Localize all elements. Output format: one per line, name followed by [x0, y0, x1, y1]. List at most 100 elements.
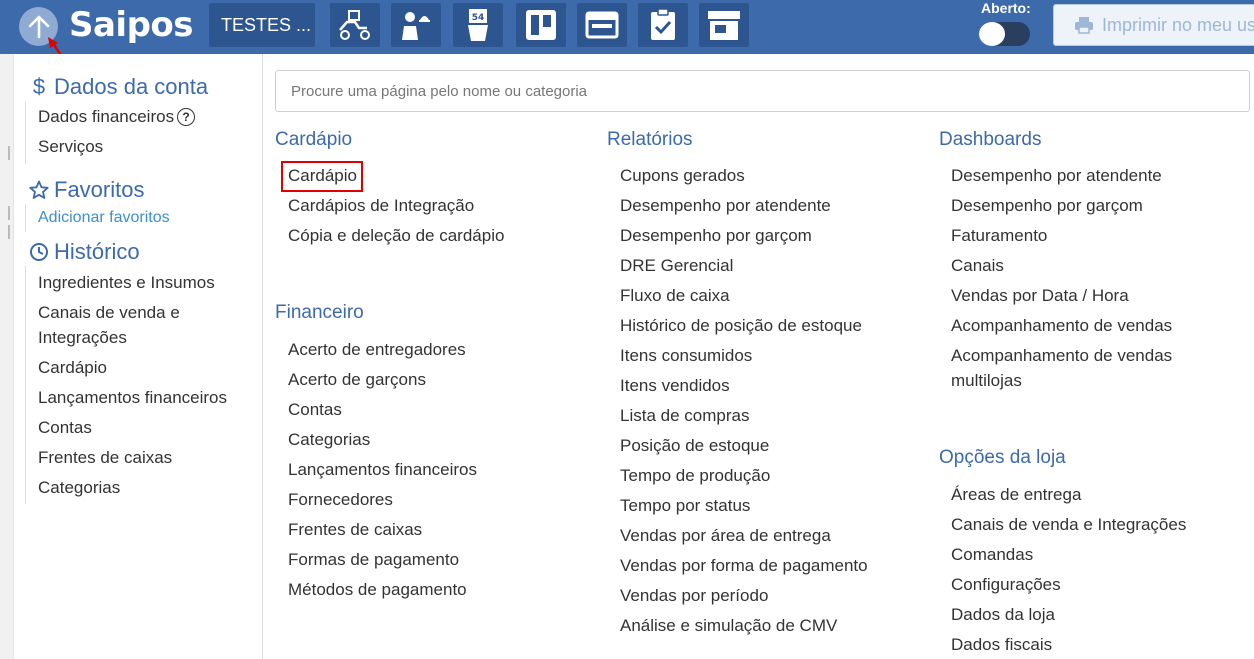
menu-link[interactable]: Formas de pagamento [288, 550, 459, 570]
kanban-button[interactable] [516, 3, 566, 47]
annotation-highlight-box [281, 161, 363, 192]
menu-link[interactable]: Análise e simulação de CMV [620, 616, 837, 636]
toggle-knob [979, 22, 1005, 46]
sidebar-history-item[interactable]: Cardápio [38, 358, 107, 378]
svg-text:54: 54 [472, 13, 485, 23]
sidebar-item-dados-financeiros[interactable]: Dados financeiros? [38, 107, 196, 127]
sidebar-history-item[interactable]: Contas [38, 418, 92, 438]
sidebar-history-item[interactable]: Categorias [38, 478, 120, 498]
menu-link[interactable]: Acerto de entregadores [288, 340, 466, 360]
menu-link[interactable]: Itens consumidos [620, 346, 752, 366]
menu-link[interactable]: Áreas de entrega [951, 485, 1081, 505]
account-title-text: Dados da conta [54, 74, 209, 99]
printer-icon [1075, 17, 1093, 34]
menu-link[interactable]: Cardápios de Integração [288, 196, 474, 216]
saipos-logo: Saipos [69, 5, 194, 45]
section-divider [25, 204, 26, 232]
menu-link[interactable]: Tempo por status [620, 496, 750, 516]
menu-link[interactable]: Vendas por forma de pagamento [620, 556, 868, 576]
top-bar: Saipos TESTES ... 54 Aberto: Imprimir no… [0, 0, 1254, 54]
store-selector-button[interactable]: TESTES ... [209, 3, 315, 47]
sidebar-history-item[interactable]: Lançamentos financeiros [38, 388, 227, 408]
waiter-icon [402, 12, 430, 40]
menu-link[interactable]: Vendas por área de entrega [620, 526, 831, 546]
background-panel [0, 54, 14, 659]
delivery-icon [339, 10, 370, 40]
menu-link[interactable]: Lista de compras [620, 406, 749, 426]
add-favorites-link[interactable]: Adicionar favoritos [38, 208, 170, 228]
menu-link[interactable]: Cupons gerados [620, 166, 745, 186]
favorites-section-title: Favoritos [28, 177, 144, 203]
menu-link[interactable]: Categorias [288, 430, 370, 450]
store-button[interactable] [699, 3, 749, 47]
sidebar-item-label: Dados financeiros [38, 107, 175, 126]
kanban-board-icon [526, 10, 556, 40]
menu-link[interactable]: Lançamentos financeiros [288, 460, 477, 480]
background-mark [8, 206, 10, 220]
menu-link[interactable]: DRE Gerencial [620, 256, 733, 276]
clipboard-check-icon [651, 8, 675, 40]
print-button-label: Imprimir no meu usuário [1102, 14, 1254, 35]
menu-link[interactable]: Canais [951, 256, 1004, 276]
sidebar-history-item[interactable]: Integrações [38, 328, 127, 348]
table-number-button[interactable]: 54 [453, 3, 503, 47]
menu-link[interactable]: Acerto de garçons [288, 370, 426, 390]
menu-link[interactable]: Configurações [951, 575, 1061, 595]
category-title-opcoes-loja: Opções da loja [939, 447, 1066, 468]
table-number-icon: 54 [468, 9, 488, 41]
store-icon [708, 11, 740, 40]
category-title-financeiro: Financeiro [275, 302, 364, 323]
dollar-icon: $ [32, 74, 46, 99]
favorites-title-text: Favoritos [54, 177, 145, 202]
menu-link[interactable]: Contas [288, 400, 342, 420]
menu-link[interactable]: Dados fiscais [951, 635, 1052, 655]
menu-link[interactable]: Vendas por Data / Hora [951, 286, 1129, 306]
category-title-dashboards: Dashboards [939, 129, 1042, 150]
sidebar-history-item[interactable]: Frentes de caixas [38, 448, 172, 468]
star-icon [28, 180, 50, 200]
menu-link[interactable]: Histórico de posição de estoque [620, 316, 862, 336]
section-divider [25, 266, 26, 504]
print-button[interactable]: Imprimir no meu usuário [1053, 4, 1254, 46]
menu-link[interactable]: Métodos de pagamento [288, 580, 467, 600]
menu-link[interactable]: Desempenho por garçom [620, 226, 812, 246]
section-divider [25, 102, 26, 164]
menu-link[interactable]: Faturamento [951, 226, 1047, 246]
category-title-cardapio: Cardápio [275, 129, 353, 150]
store-open-toggle[interactable] [979, 22, 1030, 46]
menu-link[interactable]: Desempenho por atendente [951, 166, 1162, 186]
history-title-text: Histórico [54, 239, 140, 264]
account-section-title: $ Dados da conta [28, 74, 208, 100]
help-icon[interactable]: ? [177, 107, 196, 126]
menu-link[interactable]: Comandas [951, 545, 1033, 565]
page-search-input[interactable] [275, 70, 1250, 112]
delivery-button[interactable] [330, 3, 380, 47]
card-layout-icon [585, 11, 619, 39]
menu-link[interactable]: Cópia e deleção de cardápio [288, 226, 504, 246]
menu-link[interactable]: Canais de venda e Integrações [951, 515, 1186, 535]
menu-link[interactable]: Desempenho por atendente [620, 196, 831, 216]
waiter-button[interactable] [391, 3, 441, 47]
menu-link[interactable]: Tempo de produção [620, 466, 770, 486]
sidebar-history-item[interactable]: Canais de venda e [38, 303, 180, 323]
menu-link[interactable]: Frentes de caixas [288, 520, 422, 540]
history-section-title: Histórico [28, 239, 140, 265]
menu-link[interactable]: multilojas [951, 371, 1022, 391]
sidebar-history-item[interactable]: Ingredientes e Insumos [38, 273, 215, 293]
card-layout-button[interactable] [577, 3, 627, 47]
tasks-button[interactable] [638, 3, 688, 47]
menu-link[interactable]: Fluxo de caixa [620, 286, 730, 306]
menu-link[interactable]: Fornecedores [288, 490, 393, 510]
menu-link[interactable]: Vendas por período [620, 586, 768, 606]
store-status-label: Aberto: [981, 0, 1031, 16]
menu-link[interactable]: Posição de estoque [620, 436, 769, 456]
sidebar-item-servicos[interactable]: Serviços [38, 137, 103, 157]
menu-link[interactable]: Acompanhamento de vendas [951, 346, 1172, 366]
menu-link[interactable]: Desempenho por garçom [951, 196, 1143, 216]
menu-link[interactable]: Dados da loja [951, 605, 1055, 625]
menu-link[interactable]: Acompanhamento de vendas [951, 316, 1172, 336]
clock-icon [28, 242, 50, 262]
sidebar: $ Dados da conta Dados financeiros? Serv… [14, 54, 263, 659]
menu-link[interactable]: Itens vendidos [620, 376, 730, 396]
background-mark [8, 146, 10, 160]
